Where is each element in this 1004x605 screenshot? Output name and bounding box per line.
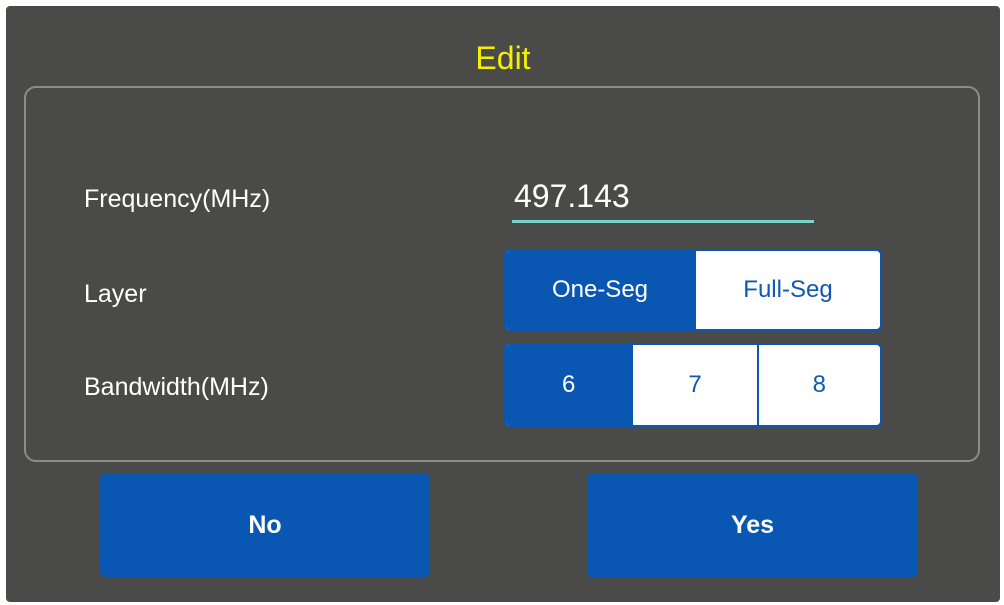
frequency-label: Frequency(MHz) [84, 185, 271, 213]
no-button[interactable]: No [100, 473, 430, 577]
dialog-title: Edit [475, 40, 531, 76]
layer-label: Layer [84, 280, 147, 308]
bandwidth-option-6[interactable]: 6 [506, 345, 632, 425]
bandwidth-label: Bandwidth(MHz) [84, 373, 269, 401]
bandwidth-option-7[interactable]: 7 [631, 345, 757, 425]
yes-button[interactable]: Yes [587, 473, 918, 577]
bandwidth-segmented-control: 6 7 8 [504, 343, 882, 427]
layer-segmented-control: One-Seg Full-Seg [504, 249, 882, 331]
layer-option-full-seg[interactable]: Full-Seg [693, 251, 880, 329]
bandwidth-option-8[interactable]: 8 [756, 345, 880, 425]
edit-dialog: Edit Frequency(MHz) 497.143 Layer One-Se… [6, 6, 1000, 602]
layer-option-one-seg[interactable]: One-Seg [506, 251, 694, 329]
frequency-input[interactable]: 497.143 [512, 176, 814, 223]
